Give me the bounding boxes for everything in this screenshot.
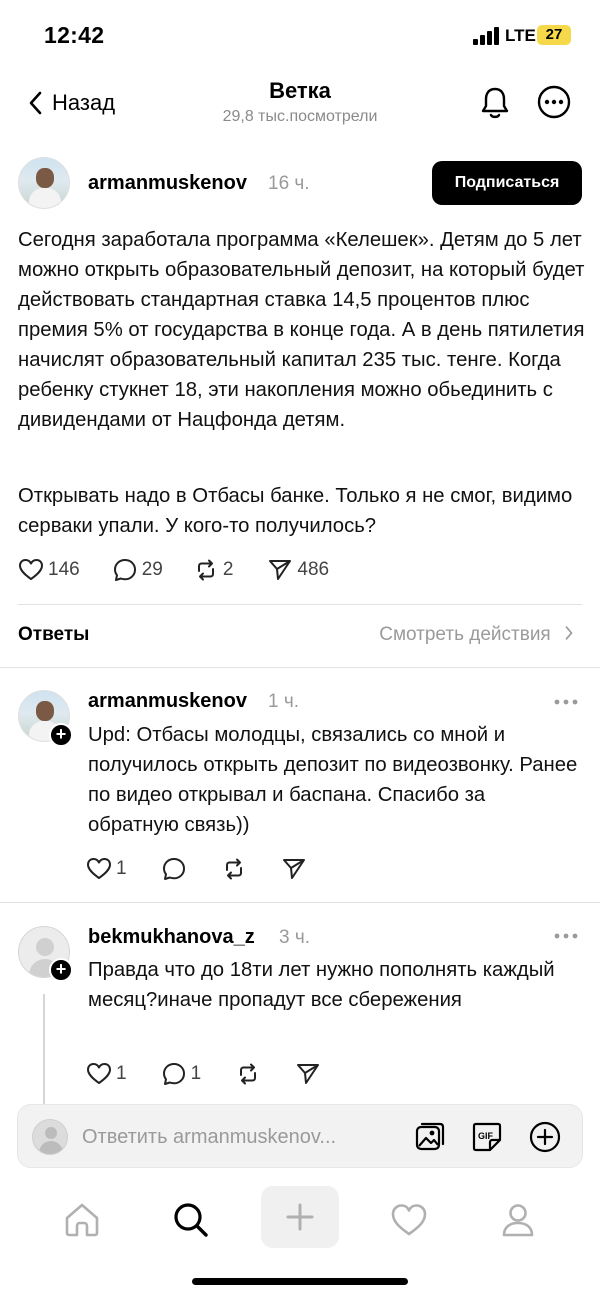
tab-create[interactable]: [261, 1186, 339, 1248]
comment-button[interactable]: 29: [112, 557, 163, 583]
reply-username[interactable]: bekmukhanova_z: [88, 926, 255, 949]
network-label: LTE: [505, 26, 536, 45]
reply-more-icon[interactable]: [552, 926, 580, 946]
repost-count: 2: [222, 559, 234, 580]
repost-button[interactable]: 2: [193, 557, 234, 583]
divider: [0, 667, 600, 668]
tab-home[interactable]: [52, 1192, 112, 1248]
signal-icon: [473, 27, 499, 45]
view-activity-label: Смотреть действия: [379, 624, 551, 645]
search-icon: [174, 1203, 208, 1237]
reply-share-button[interactable]: [295, 1061, 321, 1087]
reply-repost-button[interactable]: [221, 856, 247, 882]
share-count: 486: [297, 559, 330, 580]
view-activity-link[interactable]: Смотреть действия: [379, 624, 574, 646]
battery-indicator: 27: [537, 25, 571, 45]
like-count: 146: [48, 559, 80, 580]
reply-compose-bar: GIF: [17, 1104, 583, 1168]
svg-text:GIF: GIF: [478, 1131, 494, 1141]
reply-share-button[interactable]: [281, 856, 307, 882]
repost-icon: [197, 559, 214, 581]
send-icon: [297, 1064, 320, 1084]
reply-like-button[interactable]: 1: [86, 1061, 127, 1087]
reply-username[interactable]: armanmuskenov: [88, 690, 247, 713]
post-body-paragraph-2: Открывать надо в Отбасы банке. Только я …: [18, 485, 573, 537]
reply-actions: 1 1: [86, 1059, 321, 1089]
home-indicator: [192, 1278, 408, 1285]
heart-icon: [87, 1063, 111, 1084]
reply-repost-button[interactable]: [235, 1061, 261, 1087]
reply-input[interactable]: [82, 1123, 402, 1151]
tab-search[interactable]: [161, 1192, 221, 1248]
tab-profile[interactable]: [488, 1192, 548, 1248]
comment-icon: [113, 559, 136, 581]
post-actions: 146 29 2 486: [18, 555, 329, 585]
more-icon[interactable]: [536, 84, 572, 120]
follow-plus-icon[interactable]: +: [49, 723, 73, 747]
heart-icon: [19, 559, 43, 580]
replies-heading: Ответы: [18, 624, 90, 645]
comment-count: 29: [141, 559, 163, 580]
avatar[interactable]: [18, 157, 70, 209]
reply-comment-button[interactable]: [161, 856, 187, 882]
heart-icon: [87, 858, 111, 879]
reply-time: 1 ч.: [268, 691, 300, 712]
reply-comment-button[interactable]: 1: [161, 1061, 202, 1087]
tab-activity[interactable]: [379, 1192, 439, 1248]
status-time: 12:42: [44, 22, 105, 48]
status-bar: 12:42 LTE 27: [0, 0, 600, 70]
comment-icon: [162, 1063, 185, 1085]
reply-comment-count: 1: [190, 1063, 202, 1084]
profile-icon: [502, 1204, 534, 1237]
reply-text: Upd: Отбасы молодцы, связались со мной и…: [88, 724, 578, 836]
gif-icon[interactable]: GIF: [470, 1120, 504, 1154]
post-body-paragraph-1: Сегодня заработала программа «Келешек». …: [18, 229, 585, 431]
post-username[interactable]: armanmuskenov: [88, 172, 247, 195]
chevron-right-icon: [565, 626, 573, 640]
reply-like-count: 1: [116, 858, 127, 879]
follow-plus-icon[interactable]: +: [49, 958, 73, 982]
bell-icon[interactable]: [476, 84, 514, 122]
reply-text: Правда что до 18ти лет нужно пополнять к…: [88, 959, 555, 1011]
send-icon: [282, 859, 305, 879]
reply-like-count: 1: [116, 1063, 127, 1084]
share-button[interactable]: 486: [267, 557, 329, 583]
repost-icon: [240, 1063, 257, 1085]
reply-like-button[interactable]: 1: [86, 856, 127, 882]
subscribe-button[interactable]: Подписаться: [432, 161, 582, 205]
comment-icon: [162, 858, 185, 880]
post-time: 16 ч.: [268, 173, 310, 194]
like-button[interactable]: 146: [18, 557, 80, 583]
plus-circle-icon[interactable]: [528, 1120, 562, 1154]
plus-icon: [286, 1203, 314, 1231]
reply-actions: 1: [86, 854, 307, 884]
divider: [0, 902, 600, 903]
send-icon: [269, 560, 292, 580]
thread-line: [43, 994, 45, 1104]
my-avatar: [32, 1119, 68, 1155]
reply-time: 3 ч.: [279, 927, 311, 948]
home-icon: [65, 1203, 99, 1237]
gallery-icon[interactable]: [413, 1120, 447, 1154]
divider: [18, 604, 582, 605]
reply-more-icon[interactable]: [552, 692, 580, 712]
heart-icon: [391, 1204, 427, 1236]
repost-icon: [225, 858, 242, 880]
